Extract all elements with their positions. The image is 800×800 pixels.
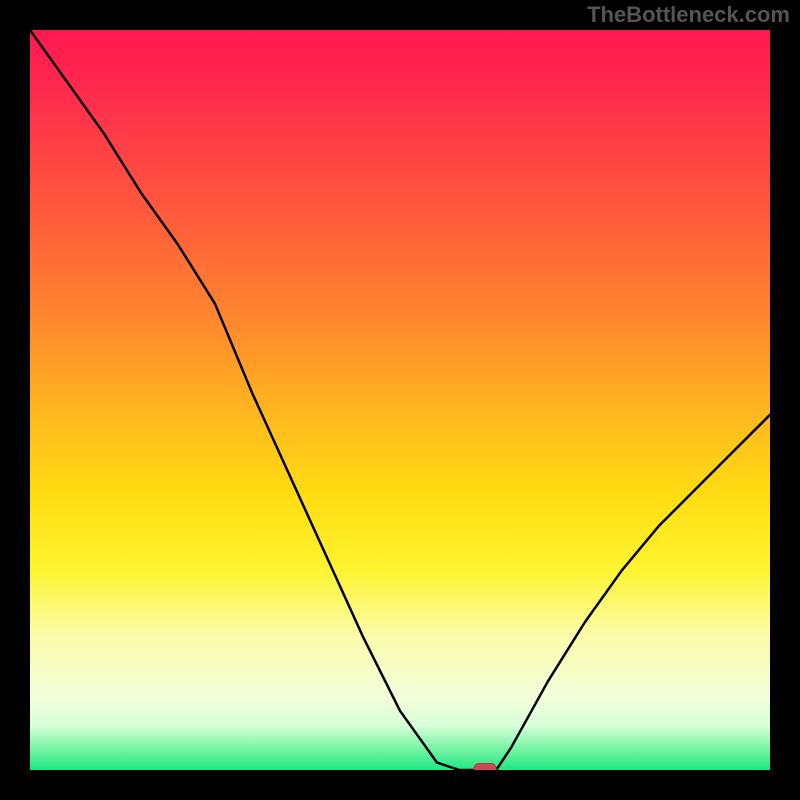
chart-container: TheBottleneck.com xyxy=(0,0,800,800)
minimum-marker xyxy=(474,764,496,771)
curve-layer xyxy=(30,30,770,770)
watermark-label: TheBottleneck.com xyxy=(587,2,790,28)
bottleneck-curve xyxy=(30,30,770,770)
plot-area xyxy=(30,30,770,770)
